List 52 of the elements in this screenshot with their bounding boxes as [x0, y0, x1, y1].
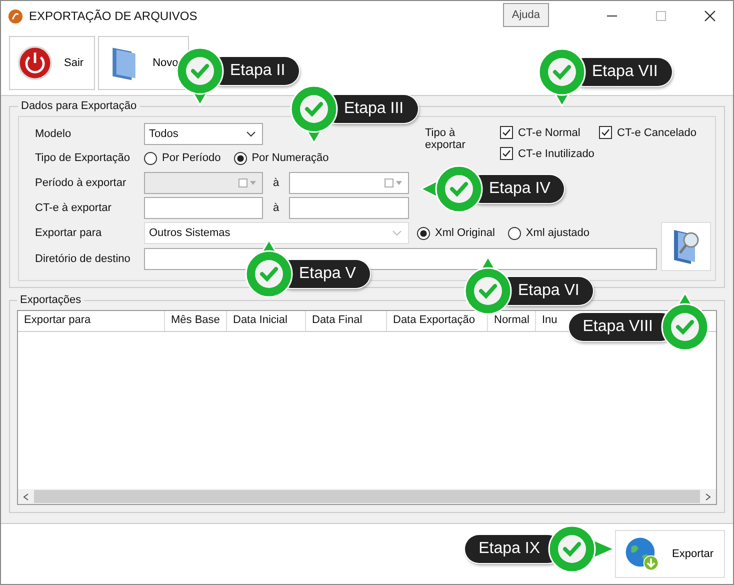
browse-button[interactable]	[661, 222, 711, 270]
chevron-icon	[246, 131, 256, 137]
group-title: Dados para Exportação	[20, 100, 138, 112]
input-field[interactable]	[144, 196, 263, 218]
column-header[interactable]: Data Final	[306, 311, 387, 331]
field-label: Modelo	[35, 128, 72, 140]
calendar-icon	[384, 178, 404, 188]
field-label: Período à exportar	[35, 176, 128, 188]
input-field[interactable]	[289, 196, 409, 218]
column-header[interactable]: Mês Base	[165, 311, 227, 331]
field-label: Exportar para	[35, 227, 103, 239]
help-button[interactable]: Ajuda	[502, 3, 549, 27]
checkbox[interactable]	[599, 126, 612, 139]
checkbox-option[interactable]: CT-e Cancelado	[599, 126, 709, 139]
calendar-icon	[238, 178, 258, 188]
column-header[interactable]: Data Inicial	[227, 311, 306, 331]
checkbox-option[interactable]: CT-e Normal	[500, 126, 599, 139]
radio-option[interactable]: Xml ajustado	[508, 226, 590, 240]
window-title: EXPORTAÇÃO DE ARQUIVOS	[29, 9, 198, 23]
chevron-icon	[392, 230, 402, 236]
field-label: CT-e à exportar	[35, 202, 112, 214]
power-icon	[16, 44, 54, 82]
export-button[interactable]: Exportar	[615, 530, 725, 578]
new-button[interactable]: Novo	[98, 36, 190, 90]
radio-button[interactable]	[234, 152, 247, 164]
field-label: Tipo de Exportação	[35, 152, 131, 164]
app-icon	[8, 8, 23, 24]
checkbox[interactable]	[500, 147, 513, 160]
column-header[interactable]: Exportar para	[18, 311, 165, 331]
radio-button[interactable]	[144, 152, 157, 164]
model-dropdown[interactable]: Todos	[144, 123, 263, 145]
globe-download-icon	[624, 536, 660, 572]
radio-option[interactable]: Por Período	[144, 152, 221, 164]
checkbox[interactable]	[500, 126, 513, 139]
scroll-left-icon[interactable]	[22, 492, 30, 500]
exit-button[interactable]: Sair	[9, 36, 95, 90]
target-dropdown[interactable]: Outros Sistemas	[144, 222, 409, 244]
field-label: Tipo à exportar	[425, 127, 466, 153]
date-field[interactable]	[289, 172, 409, 194]
range-separator: à	[272, 202, 280, 214]
close-icon[interactable]	[704, 10, 716, 22]
scroll-right-icon[interactable]	[704, 492, 712, 500]
radio-option[interactable]: Por Numeração	[234, 152, 329, 164]
radio-button[interactable]	[508, 226, 521, 240]
field-label: Diretório de destino	[35, 253, 132, 265]
column-header[interactable]: Inu	[536, 311, 558, 331]
radio-option[interactable]: Xml Original	[417, 226, 495, 240]
checkbox-option[interactable]: CT-e Inutilizado	[500, 147, 599, 160]
horizontal-scrollbar[interactable]	[18, 489, 716, 504]
range-separator: à	[272, 176, 280, 188]
group-title: Exportações	[19, 294, 82, 306]
radio-button[interactable]	[417, 226, 430, 240]
